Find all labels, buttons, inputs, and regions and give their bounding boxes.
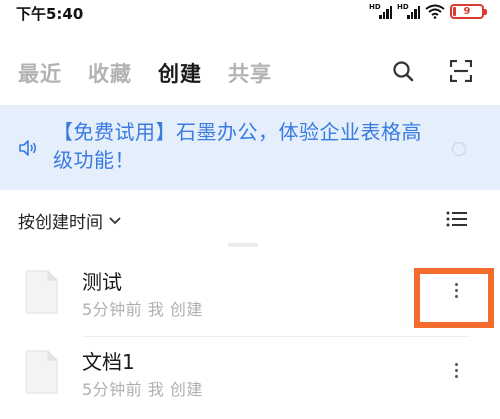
chevron-down-icon <box>109 216 121 224</box>
divider <box>82 336 470 337</box>
status-icons: HD HD 9 <box>369 2 487 19</box>
more-dot-icon <box>454 374 458 378</box>
wifi-icon <box>425 4 445 19</box>
more-options-button[interactable] <box>448 278 464 302</box>
speaker-icon <box>19 140 37 156</box>
file-meta: 5分钟前 我 创建 <box>82 300 203 319</box>
more-dot-icon <box>454 294 458 298</box>
file-meta: 5分钟前 我 创建 <box>82 380 203 399</box>
tab-shared[interactable]: 共享 <box>228 58 272 88</box>
more-dot-icon <box>454 368 458 372</box>
scan-button[interactable] <box>448 58 474 84</box>
more-dot-icon <box>454 362 458 366</box>
battery-fill <box>453 7 456 16</box>
signal-icon: HD <box>397 2 420 19</box>
close-icon[interactable] <box>452 142 466 156</box>
file-name: 测试 <box>82 270 122 294</box>
tab-favorites[interactable]: 收藏 <box>88 58 132 88</box>
document-icon <box>25 350 58 394</box>
top-actions <box>390 58 474 84</box>
status-time: 下午5:40 <box>16 5 84 23</box>
sort-dropdown[interactable]: 按创建时间 <box>18 208 121 233</box>
battery-icon: 9 <box>450 4 487 19</box>
battery-level: 9 <box>463 6 471 17</box>
search-icon <box>393 61 414 82</box>
scroll-hint <box>228 243 258 247</box>
status-bar: 下午5:40 HD HD 9 <box>0 0 500 26</box>
search-button[interactable] <box>390 58 416 84</box>
promo-banner-text[interactable]: 【免费试用】石墨办公，体验企业表格高级功能！ <box>53 118 433 174</box>
signal-label: HD <box>397 2 409 11</box>
tab-bar: 最近 收藏 创建 共享 <box>18 58 272 88</box>
list-view-icon[interactable] <box>446 210 468 228</box>
more-options-button[interactable] <box>448 358 464 382</box>
tab-created[interactable]: 创建 <box>158 58 202 88</box>
tab-recent[interactable]: 最近 <box>18 58 62 88</box>
sort-label: 按创建时间 <box>18 213 103 233</box>
more-dot-icon <box>454 288 458 292</box>
file-name: 文档1 <box>82 350 135 374</box>
scan-icon <box>450 60 472 82</box>
signal-label: HD <box>369 2 381 11</box>
more-dot-icon <box>454 282 458 286</box>
file-list-item[interactable]: 文档1 5分钟前 我 创建 <box>0 338 500 418</box>
signal-icon: HD <box>369 2 392 19</box>
document-icon <box>25 270 58 314</box>
file-list-item[interactable]: 测试 5分钟前 我 创建 <box>0 258 500 338</box>
